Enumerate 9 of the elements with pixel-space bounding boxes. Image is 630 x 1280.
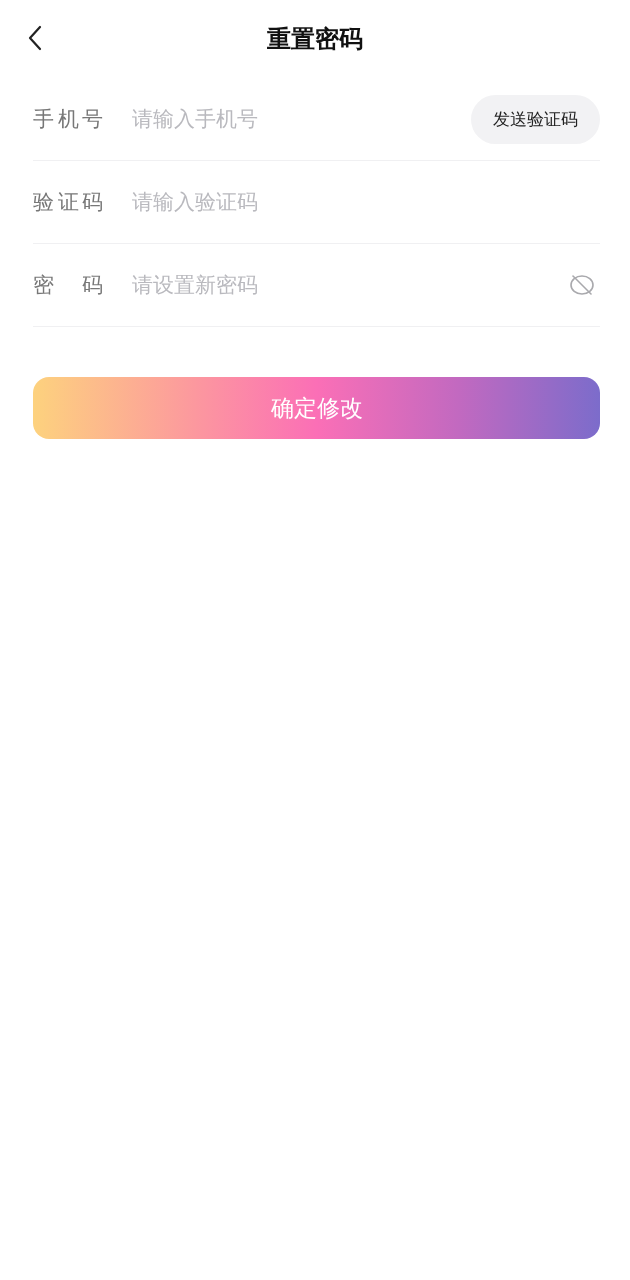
send-code-button[interactable]: 发送验证码 bbox=[471, 94, 600, 144]
field-label: 验证码 bbox=[33, 189, 103, 216]
input-field[interactable]: 请设置新密码 bbox=[132, 273, 569, 297]
back-button[interactable] bbox=[28, 25, 42, 51]
input-field[interactable]: 请输入验证码 bbox=[132, 190, 600, 214]
field-label: 密码 bbox=[33, 272, 103, 299]
field-label: 手机号 bbox=[33, 106, 103, 133]
input-field[interactable]: 请输入手机号 bbox=[132, 107, 471, 131]
page-title: 重置密码 bbox=[267, 24, 363, 55]
